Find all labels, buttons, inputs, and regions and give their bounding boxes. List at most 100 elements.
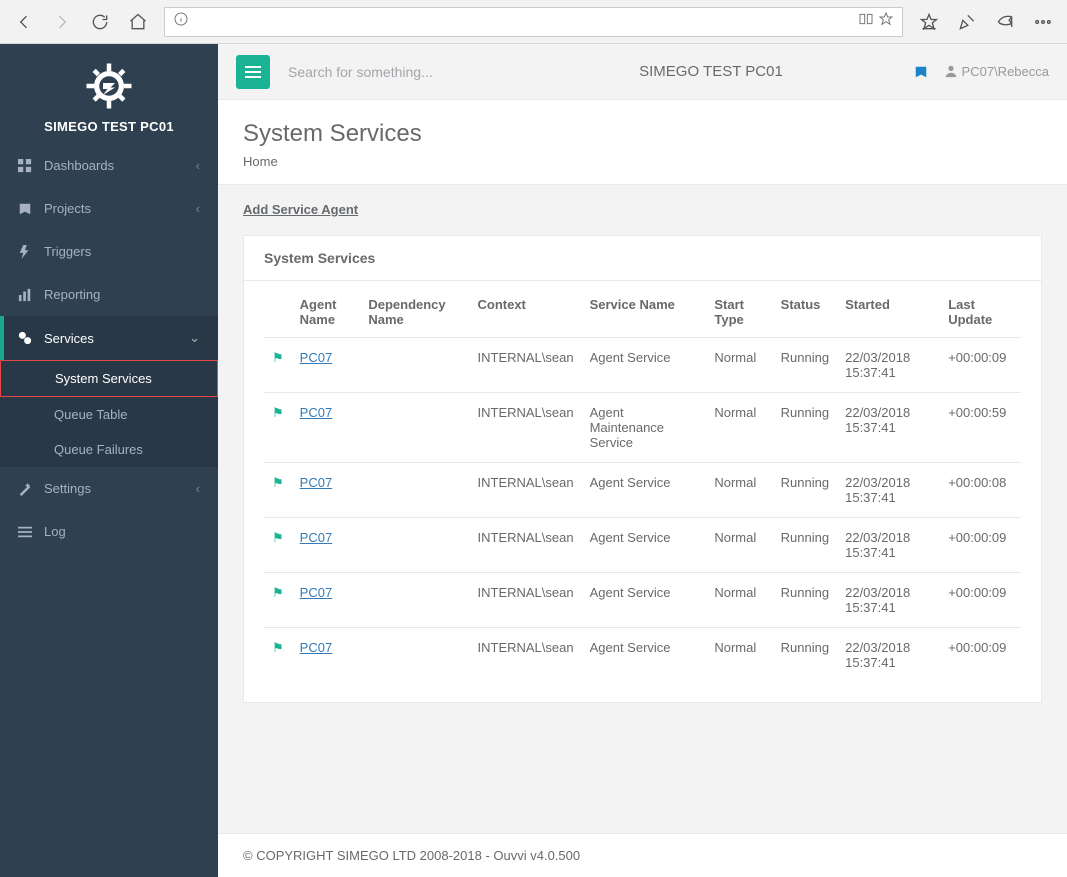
- column-header[interactable]: [264, 287, 292, 338]
- cell-status: Running: [773, 393, 837, 463]
- cell-context: INTERNAL\sean: [470, 393, 582, 463]
- flag-icon: ⚑: [272, 350, 284, 365]
- cell-context: INTERNAL\sean: [470, 573, 582, 628]
- cell-start-type: Normal: [706, 338, 772, 393]
- agent-link[interactable]: PC07: [300, 475, 333, 490]
- sidebar-item-dashboards[interactable]: Dashboards ‹: [0, 144, 218, 187]
- cell-start-type: Normal: [706, 518, 772, 573]
- page-header: System Services Home: [218, 100, 1067, 185]
- cell-context: INTERNAL\sean: [470, 338, 582, 393]
- cell-dep: [360, 463, 469, 518]
- table-row: ⚑ PC07 INTERNAL\seanAgent ServiceNormalRun…: [264, 338, 1021, 393]
- flag-icon: ⚑: [272, 475, 284, 490]
- sidebar: SIMEGO TEST PC01 Dashboards ‹ Projects ‹…: [0, 44, 218, 877]
- column-header[interactable]: Context: [470, 287, 582, 338]
- cell-start-type: Normal: [706, 628, 772, 683]
- agent-link[interactable]: PC07: [300, 640, 333, 655]
- app-title: SIMEGO TEST PC01: [508, 63, 914, 80]
- grid-icon: [18, 159, 32, 173]
- cell-started: 22/03/2018 15:37:41: [837, 628, 940, 683]
- panel-title: System Services: [244, 236, 1041, 281]
- sidebar-item-projects[interactable]: Projects ‹: [0, 187, 218, 230]
- table-row: ⚑PC07INTERNAL\seanAgent ServiceNormalRun…: [264, 518, 1021, 573]
- home-button[interactable]: [120, 5, 156, 39]
- sidebar-subitem-queue-table[interactable]: Queue Table: [0, 397, 218, 432]
- notes-button[interactable]: [949, 5, 985, 39]
- cell-dep: [360, 338, 469, 393]
- sidebar-item-log[interactable]: Log: [0, 510, 218, 553]
- flag-icon: ⚑: [272, 585, 284, 600]
- sidebar-item-label: Reporting: [44, 287, 100, 302]
- user-label[interactable]: PC07\Rebecca: [944, 64, 1049, 79]
- forward-button[interactable]: [44, 5, 80, 39]
- cell-started: 22/03/2018 15:37:41: [837, 518, 940, 573]
- cell-update: +00:00:59: [940, 393, 1021, 463]
- brand-name: SIMEGO TEST PC01: [0, 119, 218, 134]
- cell-update: +00:00:08: [940, 463, 1021, 518]
- column-header[interactable]: Started: [837, 287, 940, 338]
- breadcrumb[interactable]: Home: [243, 154, 1042, 169]
- simego-logo: [85, 62, 133, 110]
- favorite-icon[interactable]: [878, 11, 894, 32]
- cell-dep: [360, 628, 469, 683]
- cell-start-type: Normal: [706, 573, 772, 628]
- bolt-icon: [18, 245, 32, 259]
- back-button[interactable]: [6, 5, 42, 39]
- table-row: ⚑ PC07 INTERNAL\seanAgent Maintenance Serv…: [264, 393, 1021, 463]
- action-bar: Add Service Agent: [218, 185, 1067, 235]
- cell-context: INTERNAL\sean: [470, 628, 582, 683]
- cell-dep: [360, 393, 469, 463]
- more-button[interactable]: [1025, 5, 1061, 39]
- wand-icon: [18, 482, 32, 496]
- sidebar-subitem-system-services[interactable]: System Services: [0, 360, 218, 397]
- cell-status: Running: [773, 518, 837, 573]
- column-header[interactable]: Status: [773, 287, 837, 338]
- column-header[interactable]: Service Name: [582, 287, 707, 338]
- book-icon[interactable]: [914, 65, 928, 79]
- cell-service: Agent Service: [582, 338, 707, 393]
- cell-status: Running: [773, 463, 837, 518]
- column-header[interactable]: Agent Name: [292, 287, 361, 338]
- sidebar-item-reporting[interactable]: Reporting: [0, 273, 218, 316]
- sidebar-item-triggers[interactable]: Triggers: [0, 230, 218, 273]
- menu-toggle-button[interactable]: [236, 55, 270, 89]
- cell-context: INTERNAL\sean: [470, 518, 582, 573]
- cell-started: 22/03/2018 15:37:41: [837, 393, 940, 463]
- reading-icon[interactable]: [858, 11, 874, 32]
- agent-link[interactable]: PC07: [300, 350, 333, 365]
- services-panel: System Services Agent NameDependency Nam…: [243, 235, 1042, 703]
- sidebar-subitem-queue-failures[interactable]: Queue Failures: [0, 432, 218, 467]
- cell-update: +00:00:09: [940, 573, 1021, 628]
- favorites-button[interactable]: [911, 5, 947, 39]
- cell-status: Running: [773, 573, 837, 628]
- agent-link[interactable]: PC07: [300, 530, 333, 545]
- share-button[interactable]: [987, 5, 1023, 39]
- chevron-down-icon: ⌄: [189, 330, 200, 346]
- topbar: SIMEGO TEST PC01 PC07\Rebecca: [218, 44, 1067, 100]
- column-header[interactable]: Dependency Name: [360, 287, 469, 338]
- info-icon: [173, 11, 189, 32]
- sidebar-item-settings[interactable]: Settings ‹: [0, 467, 218, 510]
- table-row: ⚑PC07INTERNAL\seanAgent ServiceNormalRun…: [264, 628, 1021, 683]
- agent-link[interactable]: PC07: [300, 405, 333, 420]
- sidebar-item-label: Dashboards: [44, 158, 114, 173]
- sidebar-item-label: Projects: [44, 201, 91, 216]
- table-row: ⚑ PC07 INTERNAL\seanAgent ServiceNormalRun…: [264, 573, 1021, 628]
- cell-service: Agent Service: [582, 573, 707, 628]
- refresh-button[interactable]: [82, 5, 118, 39]
- column-header[interactable]: Last Update: [940, 287, 1021, 338]
- cell-status: Running: [773, 338, 837, 393]
- chart-icon: [18, 288, 32, 302]
- add-service-agent-link[interactable]: Add Service Agent: [243, 202, 358, 217]
- cell-dep: [360, 573, 469, 628]
- address-bar[interactable]: [164, 7, 903, 37]
- sidebar-item-services[interactable]: Services ⌄: [0, 316, 218, 360]
- agent-link[interactable]: PC07: [300, 585, 333, 600]
- cell-service: Agent Maintenance Service: [582, 393, 707, 463]
- cell-started: 22/03/2018 15:37:41: [837, 463, 940, 518]
- footer: © COPYRIGHT SIMEGO LTD 2008-2018 - Ouvvi…: [218, 833, 1067, 877]
- column-header[interactable]: Start Type: [706, 287, 772, 338]
- flag-icon: ⚑: [272, 405, 284, 420]
- search-input[interactable]: [288, 64, 508, 80]
- cell-status: Running: [773, 628, 837, 683]
